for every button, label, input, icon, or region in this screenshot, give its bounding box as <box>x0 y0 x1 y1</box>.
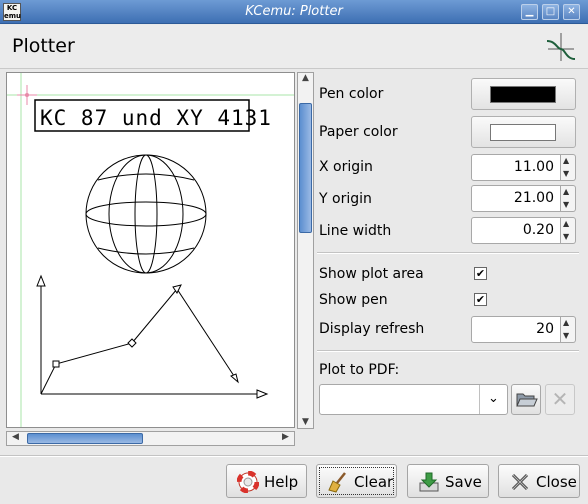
help-lifebuoy-icon <box>237 471 259 493</box>
pen-color-button[interactable] <box>471 78 576 110</box>
window-title: KCemu: Plotter <box>245 4 343 19</box>
scroll-up-icon[interactable]: ▲ <box>298 73 313 83</box>
y-origin-field[interactable]: 21.00 <box>471 185 561 212</box>
paper-color-label: Paper color <box>319 124 398 140</box>
help-button-label: Help <box>264 473 299 491</box>
show-plot-area-checkbox[interactable]: ✔ <box>474 267 487 280</box>
y-origin-spinbox[interactable]: 21.00 ▲ ▼ <box>471 185 576 212</box>
save-download-icon <box>419 472 439 492</box>
separator <box>317 350 579 352</box>
line-width-label: Line width <box>319 223 392 239</box>
help-button[interactable]: Help <box>226 464 307 498</box>
plot-to-pdf-label: Plot to PDF: <box>319 362 400 378</box>
plotted-axes-graph <box>36 274 269 399</box>
open-folder-button[interactable] <box>511 384 541 415</box>
plot-canvas[interactable]: KC 87 und XY 4131 <box>6 72 295 428</box>
show-pen-checkbox[interactable]: ✔ <box>474 293 487 306</box>
display-refresh-label: Display refresh <box>319 321 425 337</box>
pdf-file-combo[interactable]: ⌄ <box>319 384 508 415</box>
minimize-icon[interactable]: ▁ <box>521 4 538 20</box>
header: Plotter <box>0 25 588 69</box>
clear-button[interactable]: Clear <box>316 464 397 498</box>
page-title: Plotter <box>12 35 75 57</box>
plot-drawing: KC 87 und XY 4131 <box>7 73 294 427</box>
pen-color-swatch <box>490 86 556 103</box>
close-x-icon <box>511 473 529 491</box>
broom-icon <box>328 472 346 493</box>
separator <box>317 252 579 254</box>
display-refresh-field[interactable]: 20 <box>471 316 561 343</box>
folder-open-icon <box>516 393 538 407</box>
display-refresh-stepper[interactable]: ▲ ▼ <box>561 316 576 343</box>
title-bar: KC emu KCemu: Plotter ▁ □ ✕ <box>0 0 588 24</box>
line-width-stepper[interactable]: ▲ ▼ <box>561 217 576 244</box>
scroll-down-icon[interactable]: ▼ <box>298 417 313 427</box>
close-button-label: Close <box>536 473 577 491</box>
display-refresh-spinbox[interactable]: 20 ▲ ▼ <box>471 316 576 343</box>
show-pen-label: Show pen <box>319 292 388 308</box>
vertical-scroll-thumb[interactable] <box>299 103 312 233</box>
line-width-spinbox[interactable]: 0.20 ▲ ▼ <box>471 217 576 244</box>
vertical-scrollbar[interactable]: ▲ ▼ <box>297 72 314 429</box>
separator <box>0 455 588 457</box>
save-button[interactable]: Save <box>407 464 489 498</box>
x-origin-spinbox[interactable]: 11.00 ▲ ▼ <box>471 154 576 181</box>
show-plot-area-label: Show plot area <box>319 266 424 282</box>
plotter-curve-icon <box>546 33 576 61</box>
y-origin-stepper[interactable]: ▲ ▼ <box>561 185 576 212</box>
x-origin-stepper[interactable]: ▲ ▼ <box>561 154 576 181</box>
paper-color-swatch <box>490 124 556 141</box>
pen-color-label: Pen color <box>319 86 384 102</box>
x-origin-field[interactable]: 11.00 <box>471 154 561 181</box>
scroll-left-icon[interactable]: ◀ <box>8 432 23 442</box>
close-icon[interactable]: ✕ <box>563 4 580 20</box>
plot-label-text: KC 87 und XY 4131 <box>40 106 272 130</box>
plotted-globe <box>85 154 207 274</box>
horizontal-scrollbar[interactable]: ◀ ▶ <box>6 431 295 446</box>
y-origin-label: Y origin <box>319 191 372 207</box>
save-button-label: Save <box>445 473 482 491</box>
x-origin-label: X origin <box>319 159 373 175</box>
horizontal-scroll-thumb[interactable] <box>27 433 143 444</box>
close-button[interactable]: Close <box>498 464 580 498</box>
clear-pdf-button[interactable]: ✕ <box>545 384 575 415</box>
paper-color-button[interactable] <box>471 116 576 148</box>
chevron-down-icon[interactable]: ⌄ <box>479 385 507 414</box>
pen-position-marker <box>17 85 37 105</box>
line-width-field[interactable]: 0.20 <box>471 217 561 244</box>
scroll-right-icon[interactable]: ▶ <box>278 432 293 442</box>
clear-button-label: Clear <box>354 473 394 491</box>
maximize-icon[interactable]: □ <box>542 4 559 20</box>
